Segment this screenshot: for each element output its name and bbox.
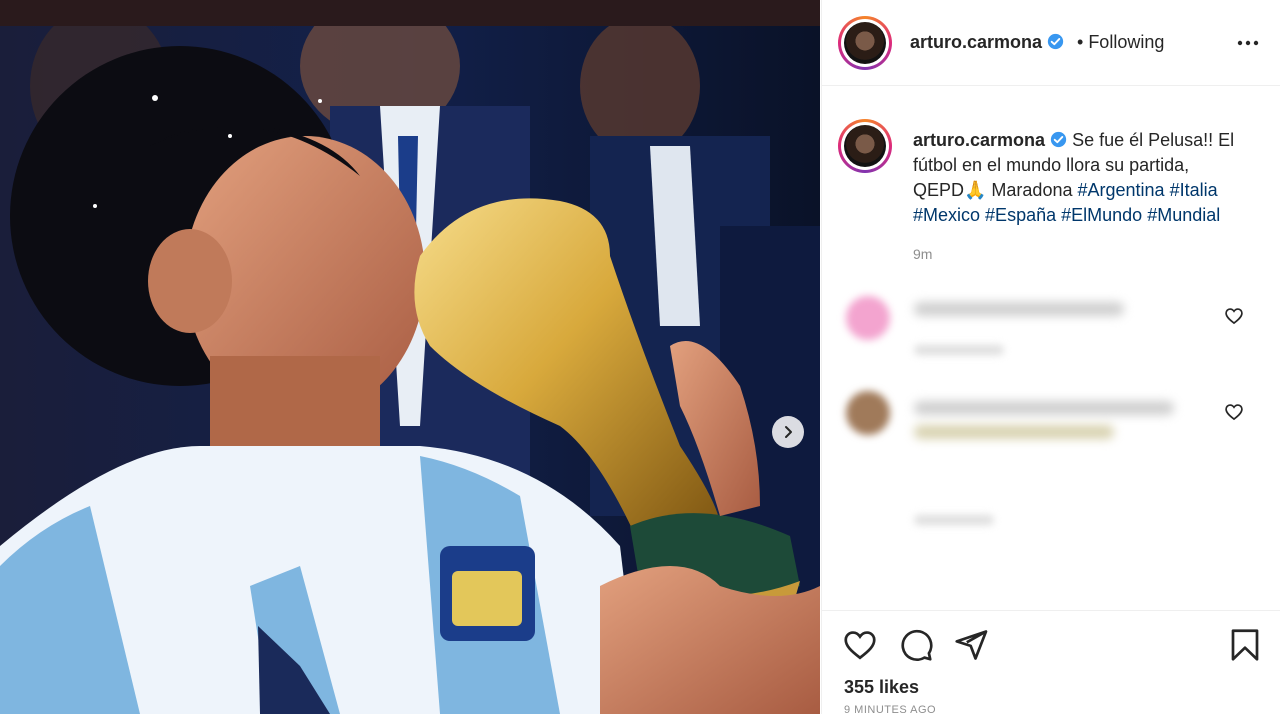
comment-item	[844, 385, 1264, 535]
follow-separator: •	[1077, 32, 1084, 52]
caption-text: fútbol en el mundo llora su partida,	[913, 155, 1190, 175]
hashtag-link[interactable]: #España	[985, 205, 1056, 225]
blurred-comment-text	[914, 401, 1174, 415]
post-header: arturo.carmona • Following	[822, 0, 1280, 86]
caption-timestamp: 9m	[913, 246, 933, 262]
post-action-bar: 355 likes	[822, 610, 1280, 714]
post-caption: arturo.carmona Se fue él Pelusa!! El fút…	[913, 128, 1261, 228]
hashtag-link[interactable]: #ElMundo	[1061, 205, 1142, 225]
likes-count[interactable]: 355 likes	[844, 677, 919, 698]
carousel-next-button[interactable]	[772, 416, 804, 448]
caption-username-link[interactable]: arturo.carmona	[913, 130, 1067, 150]
hashtag-link[interactable]: #Italia	[1170, 180, 1218, 200]
post-image[interactable]	[0, 26, 820, 714]
post-sidebar: arturo.carmona • Following arturo.carmona…	[821, 0, 1280, 714]
chevron-right-icon	[785, 426, 792, 438]
bookmark-icon[interactable]	[1227, 627, 1263, 663]
blurred-comment-meta	[914, 515, 994, 525]
following-button[interactable]: • Following	[1077, 32, 1164, 53]
more-dots-icon[interactable]	[1236, 33, 1260, 53]
blurred-comment-meta	[914, 345, 1004, 355]
small-heart-icon[interactable]	[1224, 402, 1244, 422]
commenter-avatar[interactable]	[846, 391, 890, 435]
blurred-comment-text	[914, 302, 1124, 316]
post-photo-illustration	[0, 26, 820, 714]
author-username-link[interactable]: arturo.carmona	[910, 32, 1064, 53]
hashtag-link[interactable]: #Mexico	[913, 205, 980, 225]
media-top-strip	[0, 0, 820, 26]
author-avatar[interactable]	[838, 16, 892, 70]
post-time-ago: 9 MINUTES AGO	[844, 704, 937, 714]
caption-text: QEPD🙏 Maradona	[913, 180, 1073, 200]
paper-plane-icon[interactable]	[953, 627, 989, 663]
commenter-avatar[interactable]	[846, 296, 890, 340]
small-heart-icon[interactable]	[1224, 306, 1244, 326]
blurred-comment-text	[914, 425, 1114, 439]
hashtag-link[interactable]: #Argentina	[1078, 180, 1165, 200]
caption-author-avatar[interactable]	[838, 119, 892, 173]
comment-item	[844, 290, 1264, 370]
verified-badge-icon	[1050, 131, 1067, 148]
verified-badge-icon	[1047, 33, 1064, 50]
comment-bubble-icon[interactable]	[898, 627, 934, 663]
follow-status-label: Following	[1088, 32, 1165, 52]
caption-text: Se fue él Pelusa!! El	[1072, 130, 1235, 150]
author-username-text: arturo.carmona	[910, 32, 1043, 52]
hashtag-link[interactable]: #Mundial	[1147, 205, 1220, 225]
heart-icon[interactable]	[842, 627, 878, 663]
